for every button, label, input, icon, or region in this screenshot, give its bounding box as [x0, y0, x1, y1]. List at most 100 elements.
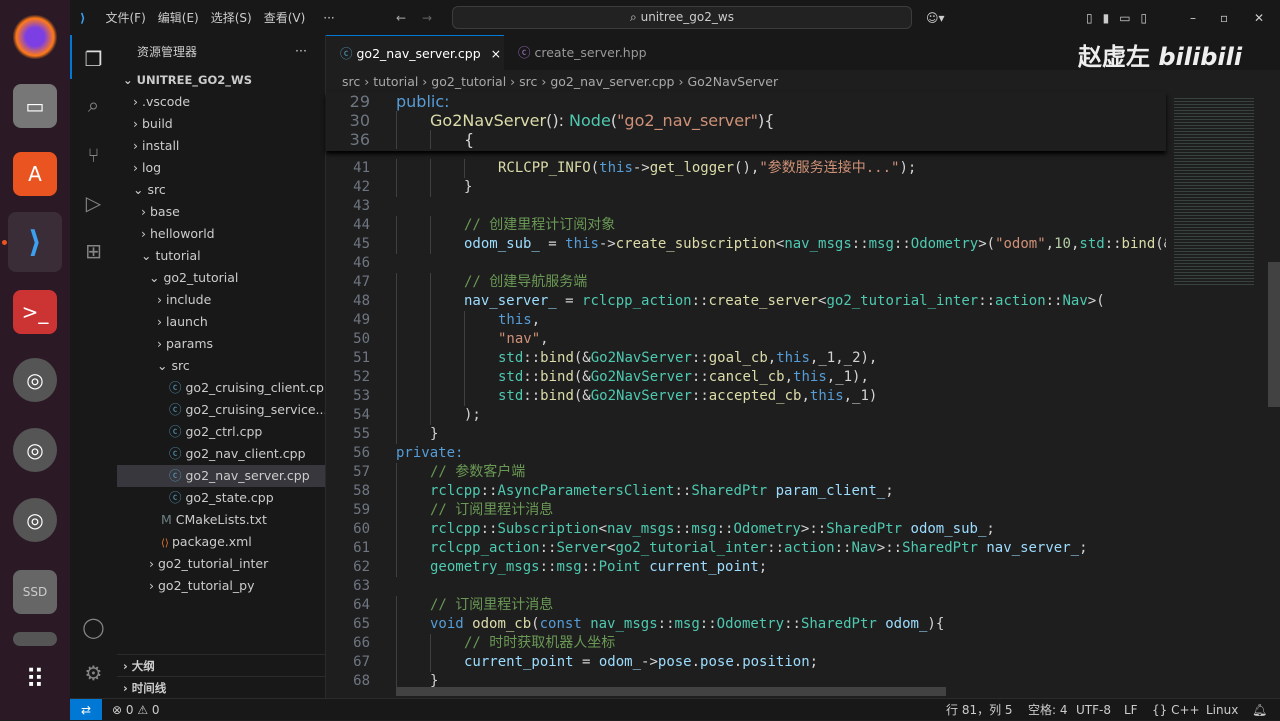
platform[interactable]: Linux — [1206, 699, 1238, 721]
code-line[interactable]: std::bind(&Go2NavServer::goal_cb,this,_1… — [498, 349, 877, 368]
menu-edit[interactable]: 编辑(E) — [158, 9, 199, 26]
breadcrumb-item[interactable]: src — [342, 74, 360, 89]
code-line[interactable]: std::bind(&Go2NavServer::cancel_cb,this,… — [498, 368, 869, 387]
code-line[interactable]: } — [430, 425, 438, 444]
code-line[interactable]: void odom_cb(const nav_msgs::msg::Odomet… — [430, 615, 944, 634]
trash-icon[interactable] — [13, 632, 57, 646]
tree-item[interactable]: › launch — [117, 311, 325, 333]
source-control-icon[interactable]: ⑂ — [70, 133, 117, 177]
disk-icon[interactable]: ◎ — [13, 428, 57, 472]
code-line[interactable]: { — [464, 130, 474, 149]
tree-item[interactable]: › params — [117, 333, 325, 355]
tree-item[interactable]: › include — [117, 289, 325, 311]
horizontal-scrollbar[interactable] — [396, 687, 946, 696]
code-line[interactable]: // 时时获取机器人坐标 — [464, 634, 615, 653]
code-line[interactable]: // 参数客户端 — [430, 463, 525, 482]
code-line[interactable]: private: — [396, 444, 463, 463]
code-line[interactable]: std::bind(&Go2NavServer::accepted_cb,thi… — [498, 387, 877, 406]
code-editor[interactable]: 41 RCLCPP_INFO(this->get_logger(),"参数服务连接… — [326, 92, 1166, 698]
code-line[interactable]: "nav", — [498, 330, 549, 349]
code-line[interactable]: // 订阅里程计消息 — [430, 596, 553, 615]
tree-item[interactable]: › base — [117, 201, 325, 223]
code-line[interactable]: ); — [464, 406, 481, 425]
tree-item[interactable]: › install — [117, 135, 325, 157]
tree-item[interactable]: ⌄ src — [117, 355, 325, 377]
problems-indicator[interactable]: ⊗ 0 ⚠ 0 — [112, 699, 160, 721]
tree-item[interactable]: ⓒ go2_nav_server.cpp — [117, 465, 325, 487]
code-line[interactable]: } — [464, 178, 472, 197]
tree-item[interactable]: ⌄ src — [117, 179, 325, 201]
account-icon[interactable]: ◯ — [70, 605, 117, 649]
notifications-bell-icon[interactable]: 🔔︎ — [1252, 699, 1267, 721]
tree-item[interactable]: ⓒ go2_state.cpp — [117, 487, 325, 509]
code-line[interactable]: current_point = odom_->pose.pose.positio… — [464, 653, 818, 672]
tree-item[interactable]: › go2_tutorial_py — [117, 575, 325, 597]
close-button[interactable]: ✕ — [1254, 11, 1264, 25]
code-line[interactable]: rclcpp::AsyncParametersClient::SharedPtr… — [430, 482, 894, 501]
back-arrow-icon[interactable]: ← — [396, 11, 406, 25]
tree-item[interactable]: ⓒ go2_nav_client.cpp — [117, 443, 325, 465]
breadcrumb-item[interactable]: go2_nav_server.cpp — [550, 74, 674, 89]
show-apps-icon[interactable]: ⠿ — [13, 658, 57, 702]
ssd-icon[interactable]: SSD — [13, 570, 57, 614]
tab-go2-nav-server[interactable]: ⓒ go2_nav_server.cpp × — [326, 35, 504, 70]
breadcrumb-item[interactable]: go2_tutorial — [431, 74, 506, 89]
code-line[interactable]: // 创建导航服务端 — [464, 273, 587, 292]
copilot-icon[interactable]: ☺▾ — [926, 11, 945, 25]
code-line[interactable]: rclcpp::Subscription<nav_msgs::msg::Odom… — [430, 520, 995, 539]
code-line[interactable]: public: — [396, 92, 450, 111]
minimap[interactable] — [1166, 92, 1280, 698]
explorer-icon[interactable]: ❐ — [70, 37, 117, 81]
layout-controls-icon[interactable]: ▯▮▭▯ — [1086, 11, 1157, 25]
encoding[interactable]: UTF-8 — [1076, 699, 1111, 721]
language-mode[interactable]: {} C++ — [1152, 699, 1200, 721]
tree-item[interactable]: › helloworld — [117, 223, 325, 245]
tree-item[interactable]: ⓒ go2_ctrl.cpp — [117, 421, 325, 443]
minimize-button[interactable]: – — [1190, 11, 1196, 25]
remote-indicator[interactable]: ⇄ — [70, 699, 102, 720]
search-icon[interactable]: ⌕ — [70, 83, 117, 127]
menu-selection[interactable]: 选择(S) — [211, 9, 252, 26]
vscode-icon[interactable]: ⟩ — [8, 212, 62, 272]
tree-item[interactable]: ⓒ go2_cruising_service.... — [117, 399, 325, 421]
scrollbar-thumb[interactable] — [1268, 262, 1280, 407]
outline-section[interactable]: › 大纲 — [117, 654, 325, 676]
tab-create-server[interactable]: ⓒ create_server.hpp — [504, 35, 654, 70]
breadcrumb-item[interactable]: tutorial — [373, 74, 418, 89]
indentation[interactable]: 空格: 4 — [1028, 699, 1068, 721]
command-center-search[interactable]: ⌕ unitree_go2_ws — [452, 6, 912, 29]
firefox-icon[interactable] — [13, 15, 57, 59]
files-icon[interactable]: ▭ — [13, 84, 57, 128]
menu-more[interactable]: ··· — [323, 11, 334, 25]
terminal-icon[interactable]: >_ — [13, 290, 57, 334]
code-line[interactable]: geometry_msgs::msg::Point current_point; — [430, 558, 767, 577]
menu-view[interactable]: 查看(V) — [264, 9, 306, 26]
cursor-position[interactable]: 行 81，列 5 — [946, 699, 1013, 721]
tree-item[interactable]: ⓒ go2_cruising_client.cpp — [117, 377, 325, 399]
explorer-more-button[interactable]: ··· — [295, 43, 307, 58]
disk-icon[interactable]: ◎ — [13, 358, 57, 402]
code-line[interactable]: this, — [498, 311, 540, 330]
code-line[interactable]: Go2NavServer(): Node("go2_nav_server"){ — [430, 111, 774, 130]
tab-close-button[interactable]: × — [491, 46, 501, 61]
tree-item[interactable]: M CMakeLists.txt — [117, 509, 325, 531]
tree-item[interactable]: › log — [117, 157, 325, 179]
code-line[interactable]: // 订阅里程计消息 — [430, 501, 553, 520]
forward-arrow-icon[interactable]: → — [422, 11, 432, 25]
tree-item[interactable]: ⌄ go2_tutorial — [117, 267, 325, 289]
breadcrumb-item[interactable]: Go2NavServer — [687, 74, 778, 89]
tree-item[interactable]: ⌄ tutorial — [117, 245, 325, 267]
timeline-section[interactable]: › 时间线 — [117, 676, 325, 698]
tree-item[interactable]: ⟨⟩ package.xml — [117, 531, 325, 553]
code-line[interactable]: nav_server_ = rclcpp_action::create_serv… — [464, 292, 1105, 311]
code-line[interactable]: odom_sub_ = this->create_subscription<na… — [464, 235, 1166, 254]
tree-item[interactable]: › .vscode — [117, 91, 325, 113]
workspace-root[interactable]: ⌄ UNITREE_GO2_WS — [117, 69, 325, 91]
tree-item[interactable]: › build — [117, 113, 325, 135]
sticky-scroll[interactable]: 29 public: 30 Go2NavServer(): Node("go2_nav… — [326, 92, 1166, 151]
maximize-button[interactable]: ▫ — [1220, 11, 1228, 25]
menu-file[interactable]: 文件(F) — [105, 9, 145, 26]
extensions-icon[interactable]: ⊞ — [70, 229, 117, 273]
app-center-icon[interactable]: A — [13, 152, 57, 196]
code-line[interactable]: // 创建里程计订阅对象 — [464, 216, 615, 235]
